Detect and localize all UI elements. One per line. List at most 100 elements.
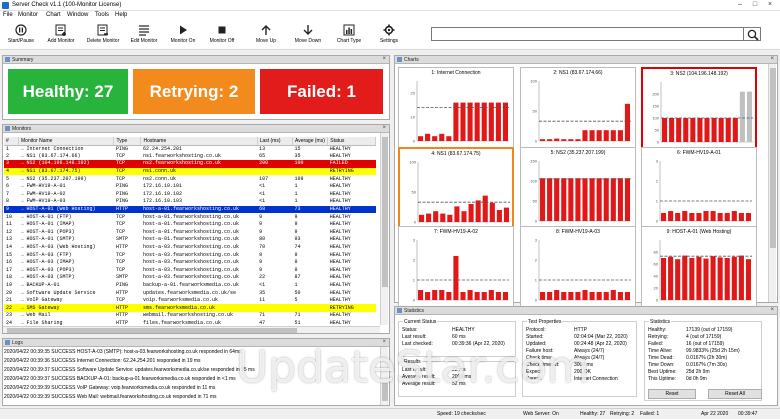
row-number: 13 — [6, 236, 13, 243]
close-button[interactable]: × — [765, 1, 775, 9]
chart-4[interactable]: 4: NS1 (83.67.174.75) 0 50 100 — [398, 147, 514, 230]
charts-vertical-scrollbar[interactable] — [768, 64, 776, 302]
chart-1[interactable]: 1: Internet Connection 0 10 20 — [398, 67, 514, 150]
search-button[interactable] — [743, 27, 761, 41]
table-row[interactable]: 20 → Software Update Service HTTP updates.f… — [4, 289, 376, 297]
monitors-vertical-scroll-thumb[interactable] — [382, 137, 388, 287]
table-row[interactable]: 8 → FWM-HV19-A-03 PING 172.16.10.103 <1 1 HEAL… — [4, 198, 376, 206]
table-row[interactable]: 2 → NS1 (83.67.174.66) TCP ns1.fearworkshos… — [4, 153, 376, 161]
edit-monitor-button[interactable]: Edit Monitor — [126, 22, 162, 49]
table-row[interactable]: 21 → VoIP Gateway TCP voip.fearworksmedia.c… — [4, 297, 376, 305]
menu-chart[interactable]: Chart — [46, 12, 61, 18]
table-row[interactable]: 1 → Internet Connection PING 62.24.254.201 1… — [4, 145, 376, 153]
add-monitor-button[interactable]: Add Monitor — [42, 22, 80, 49]
chart-7[interactable]: 7: FWM-HV19-A-02 0 1 2 3 — [398, 226, 514, 309]
menu-window[interactable]: Window — [67, 12, 88, 18]
start-pause-button[interactable]: Start/Pause — [4, 22, 38, 49]
chart-plot: 0 50 100 — [530, 79, 631, 144]
start-pause-label: Start/Pause — [7, 38, 35, 44]
table-row[interactable]: 17 → HOST-A-03 (POP3) TCP host-a-03.fearwor… — [4, 267, 376, 275]
col-number[interactable]: # — [4, 137, 19, 146]
move-up-button[interactable]: Move Up — [252, 22, 280, 49]
col-status[interactable]: Status — [327, 137, 376, 146]
minimize-button[interactable]: – — [735, 1, 745, 9]
table-row[interactable]: 22 → SMS Gateway HTTP sms.fearworksmedia.co… — [4, 304, 376, 313]
table-row[interactable]: 19 → BACKUP-A-01 PING backup-a-01.fearworks… — [4, 282, 376, 290]
col-monitor-name[interactable]: Monitor Name — [18, 137, 115, 146]
table-row[interactable]: 13 → HOST-A-01 (SMTP) SMTP host-a-01.fearwo… — [4, 236, 376, 244]
move-down-button[interactable]: Move Down — [290, 22, 326, 49]
maximize-button[interactable]: □ — [750, 1, 760, 9]
chart-tick-label: 0 — [657, 140, 660, 145]
chart-bar — [547, 139, 553, 141]
row-number: 19 — [6, 281, 13, 288]
table-row[interactable]: 9 → HOST-A-01 (Web Hosting) HTTP host-a-01.… — [4, 205, 376, 214]
row-type: TCP — [115, 266, 125, 273]
table-row[interactable]: 10 → HOST-A-01 (FTP) TCP host-a-01.fearwork… — [4, 213, 376, 221]
reset-all-button[interactable]: Reset All — [708, 389, 762, 399]
charts-close-icon[interactable]: × — [770, 56, 774, 62]
chart-bar — [696, 256, 702, 300]
col-last[interactable]: Last (ms) — [257, 137, 293, 146]
monitors-close-icon[interactable]: × — [382, 125, 386, 131]
chart-3[interactable]: 3: NS2 (104.196.148.192) 0 50 100 150 200 — [641, 67, 757, 150]
col-average[interactable]: Average (ms) — [292, 137, 329, 146]
row-monitor-name: → VoIP Gateway — [20, 297, 63, 304]
gear-icon — [383, 24, 395, 36]
status-healthy: Healthy: 27 — [580, 411, 606, 417]
reset-button[interactable]: Reset — [648, 389, 696, 399]
monitors-horizontal-scrollbar[interactable] — [3, 326, 380, 333]
chart-2[interactable]: 2: NS1 (83.67.174.66) 0 50 100 — [520, 67, 636, 150]
table-row[interactable]: 23 → Web Mail HTTP webmail.fearworkshosting… — [4, 312, 376, 320]
table-row[interactable]: 18 → HOST-A-03 (SMTP) SMTP host-a-03.fearwo… — [4, 274, 376, 282]
chart-tick-label: 50 — [533, 199, 538, 204]
summary-close-icon[interactable]: × — [382, 56, 386, 62]
row-hostname: host-a-01.fearworkshosting.co.uk — [142, 228, 239, 235]
chart-8[interactable]: 8: FWM-HV19-A-03 0 1 2 3 — [520, 226, 636, 309]
chart-bar — [739, 91, 745, 142]
menu-file[interactable]: File — [3, 12, 13, 18]
row-number: 8 — [6, 198, 10, 205]
table-row[interactable]: 5 → NS2 (35.237.207.199) TCP ns2.conn.uk 107… — [4, 175, 376, 183]
table-row[interactable]: 15 → HOST-A-03 (FTP) TCP host-a-03.fearwork… — [4, 251, 376, 259]
chart-bar — [675, 259, 681, 300]
row-average: 73 — [292, 205, 328, 214]
statistics-close-icon[interactable]: × — [770, 307, 774, 313]
row-average: 71 — [294, 312, 301, 319]
monitor-on-button[interactable]: Monitor On — [167, 22, 199, 49]
chart-tick-label: 0 — [656, 298, 659, 303]
menu-tools[interactable]: Tools — [95, 12, 109, 18]
chart-6[interactable]: 6: FWM-HV19-A-01 0 1 2 3 — [641, 147, 757, 230]
table-row[interactable]: 11 → HOST-A-01 (IMAP) TCP host-a-01.fearwor… — [4, 221, 376, 229]
table-row[interactable]: 16 → HOST-A-03 (IMAP) TCP host-a-03.fearwor… — [4, 259, 376, 267]
charts-vertical-scroll-thumb[interactable] — [770, 68, 776, 248]
search-input[interactable] — [431, 27, 761, 41]
chart-5[interactable]: 5: NS2 (35.237.207.199) 0 50 100 150 — [520, 147, 636, 230]
row-monitor-name: → Web Mail — [20, 312, 51, 319]
chart-9[interactable]: 9: HOST-A-01 (Web Hosting) 0 20 40 60 80 — [641, 226, 757, 309]
row-status: HEALTHY — [329, 244, 351, 251]
table-row[interactable]: 6 → FWM-HV19-A-01 PING 172.16.10.101 <1 1 HEAL… — [4, 183, 376, 191]
row-monitor-name: → NS2 (104.196.148.192) — [18, 160, 114, 168]
col-type[interactable]: Type — [113, 137, 142, 146]
row-monitor-name: → HOST-A-03 (POP3) — [20, 266, 75, 273]
delete-monitor-button[interactable]: Delete Monitor — [82, 22, 124, 49]
monitors-horizontal-scroll-thumb[interactable] — [7, 328, 297, 333]
table-row[interactable]: 14 → HOST-A-03 (Web Hosting) HTTP host-a-03… — [4, 244, 376, 252]
menu-help[interactable]: Help — [115, 12, 127, 18]
chart-type-button[interactable]: Chart Type — [334, 22, 364, 49]
table-row[interactable]: 3 → NS2 (104.196.148.192) TCP ns2.fearworks… — [4, 160, 376, 168]
monitors-vertical-scrollbar[interactable] — [380, 133, 388, 325]
table-row[interactable]: 12 → HOST-A-01 (POP3) TCP host-a-01.fearwor… — [4, 229, 376, 237]
menu-monitor[interactable]: Monitor — [18, 12, 38, 18]
table-row[interactable]: 7 → FWM-HV19-A-02 PING 172.16.10.102 <1 1 HEAL… — [4, 191, 376, 199]
healthy-tile[interactable]: Healthy: 27 — [8, 69, 128, 114]
chart-bar — [710, 211, 716, 221]
col-hostname[interactable]: Hostname — [140, 137, 258, 146]
failed-tile[interactable]: Failed: 1 — [260, 69, 383, 114]
table-row[interactable]: 4 → NS1 (83.67.174.75) TCP ns1.conn.uk RETRY… — [4, 167, 376, 176]
monitor-off-button[interactable]: Monitor Off — [204, 22, 240, 49]
retrying-tile[interactable]: Retrying: 2 — [133, 69, 255, 114]
settings-button[interactable]: Settings — [376, 22, 402, 49]
row-number: 4 — [4, 167, 19, 176]
